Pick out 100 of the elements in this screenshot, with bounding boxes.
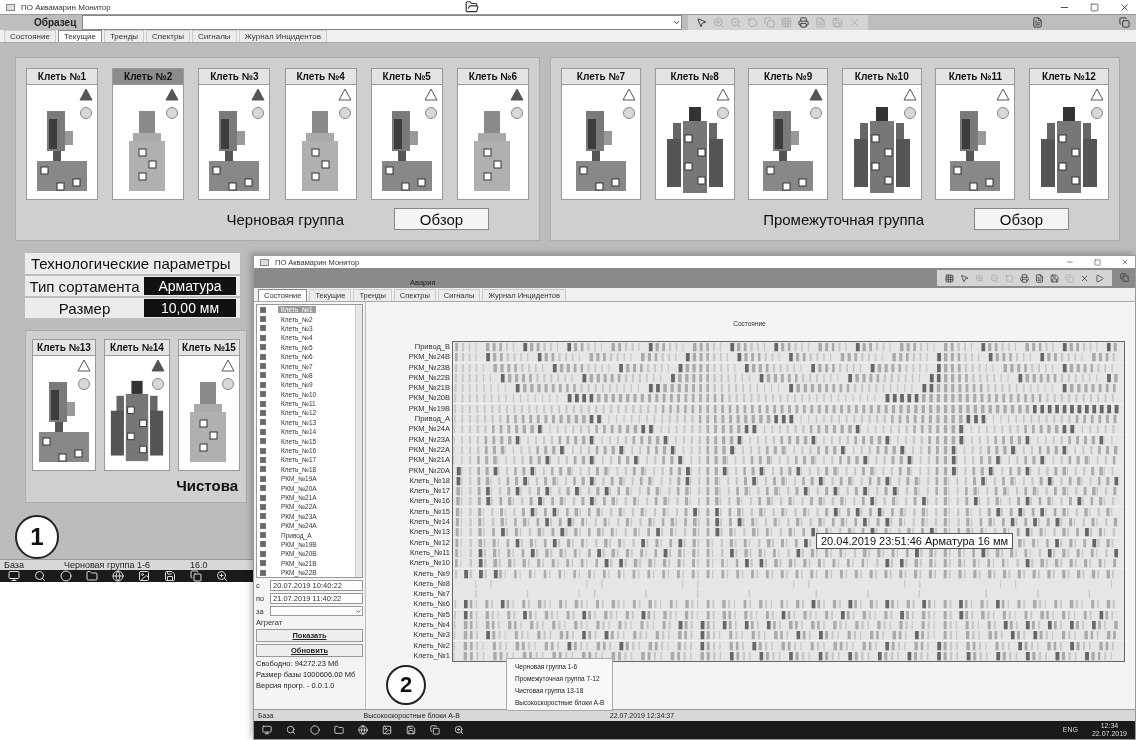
checkbox[interactable]	[260, 466, 266, 473]
checkbox[interactable]	[260, 334, 266, 341]
window-icon[interactable]	[1119, 17, 1130, 28]
stand-card[interactable]: Клеть №3	[198, 68, 271, 200]
stand-card[interactable]: Клеть №5	[370, 68, 443, 200]
stand-card[interactable]: Клеть №13	[32, 339, 96, 471]
status-lamp	[80, 107, 92, 119]
checkbox[interactable]	[260, 447, 266, 454]
checkbox[interactable]	[260, 306, 266, 313]
taskbar-icon[interactable]	[190, 570, 202, 582]
tab[interactable]: Состояние	[4, 30, 56, 42]
toolbar-icon[interactable]	[945, 273, 954, 283]
taskbar-icon[interactable]	[262, 725, 272, 735]
taskbar-icon[interactable]	[406, 725, 416, 735]
stand-card[interactable]: Клеть №9	[748, 68, 829, 200]
close-icon[interactable]	[1121, 258, 1129, 266]
checkbox[interactable]	[260, 316, 266, 323]
maximize-icon[interactable]	[1094, 258, 1101, 266]
checkbox[interactable]	[260, 569, 266, 576]
checkbox[interactable]	[260, 541, 266, 548]
overview-button[interactable]: Обзор	[394, 208, 489, 230]
overview-button[interactable]: Обзор	[974, 208, 1069, 230]
stand-card[interactable]: Клеть №11	[935, 68, 1016, 200]
stand-card[interactable]: Клеть №2	[112, 68, 185, 200]
status-lamp	[424, 107, 437, 119]
checkbox[interactable]	[260, 485, 266, 492]
tab[interactable]: Сигналы	[192, 30, 237, 42]
checkbox[interactable]	[260, 363, 266, 370]
stand-title: Клеть №6	[457, 69, 528, 85]
checkbox[interactable]	[260, 344, 266, 351]
toolbar-icon[interactable]	[1035, 273, 1044, 283]
stand-card[interactable]: Клеть №14	[104, 339, 170, 471]
params-title: Технологические параметры	[25, 253, 240, 274]
toolbar-icon[interactable]	[798, 17, 810, 28]
stand-card[interactable]: Клеть №8	[654, 68, 735, 200]
taskbar-icon[interactable]	[358, 725, 368, 735]
group-name: Чистова	[176, 477, 238, 494]
checkbox[interactable]	[260, 372, 266, 379]
checkbox[interactable]	[260, 532, 266, 539]
checkbox[interactable]	[260, 428, 266, 435]
toolbar-icon[interactable]	[1095, 273, 1104, 283]
checkbox[interactable]	[260, 522, 266, 529]
checkbox[interactable]	[260, 560, 266, 567]
stand-card[interactable]: Клеть №6	[456, 68, 529, 200]
checkbox[interactable]	[260, 391, 266, 398]
checkbox[interactable]	[260, 494, 266, 501]
checkbox[interactable]	[260, 410, 266, 416]
checkbox[interactable]	[260, 503, 266, 510]
toolbar-icon[interactable]	[1020, 273, 1029, 283]
taskbar-icon[interactable]	[164, 570, 176, 582]
tab[interactable]: Журнал Инцидентов	[238, 30, 327, 42]
taskbar-icon[interactable]	[216, 570, 228, 582]
period-select[interactable]	[270, 606, 363, 617]
taskbar-icon[interactable]	[138, 570, 150, 582]
taskbar-icon[interactable]	[60, 570, 72, 582]
taskbar-icon[interactable]	[86, 570, 98, 582]
tab[interactable]: Тренды	[103, 30, 145, 42]
taskbar-icon[interactable]	[382, 725, 392, 735]
checkbox[interactable]	[260, 325, 266, 332]
taskbar-icon[interactable]	[8, 570, 20, 582]
toolbar-icon[interactable]	[960, 273, 969, 283]
checkbox[interactable]	[260, 353, 266, 360]
taskbar-icon[interactable]	[310, 725, 320, 735]
status-lamp	[78, 378, 90, 390]
taskbar-icon[interactable]	[454, 725, 464, 735]
taskbar-icon[interactable]	[34, 570, 46, 582]
checkbox[interactable]	[260, 438, 266, 445]
checkbox[interactable]	[260, 419, 266, 426]
stand-card[interactable]: Клеть №4	[284, 68, 357, 200]
stand-title: Клеть №5	[371, 69, 442, 85]
stand-card[interactable]: Клеть №15	[178, 339, 240, 471]
stand-title: Клеть №15	[179, 340, 239, 356]
scrollbar[interactable]	[355, 305, 362, 578]
tab[interactable]: Спектры	[146, 30, 191, 42]
maximize-icon[interactable]	[1090, 2, 1099, 12]
checkbox[interactable]	[260, 381, 266, 388]
folder-icon[interactable]	[465, 0, 479, 14]
toolbar-icon[interactable]	[1080, 273, 1089, 283]
document-icon[interactable]	[1032, 17, 1043, 28]
close-icon[interactable]	[1119, 1, 1130, 13]
dropdown-icon[interactable]	[672, 18, 682, 27]
checkbox[interactable]	[260, 513, 266, 520]
taskbar-icon[interactable]	[112, 570, 124, 582]
stand-card[interactable]: Клеть №7	[561, 68, 641, 200]
checkbox[interactable]	[260, 400, 266, 407]
toolbar-icon[interactable]	[1050, 273, 1059, 283]
stand-card[interactable]: Клеть №10	[841, 68, 922, 200]
taskbar-icon[interactable]	[286, 725, 296, 735]
taskbar-icon[interactable]	[334, 725, 344, 735]
tab[interactable]: Текущие	[57, 30, 102, 42]
stand-card[interactable]: Клеть №1	[26, 68, 98, 200]
checkbox[interactable]	[260, 475, 266, 482]
checkbox[interactable]	[260, 456, 266, 463]
status-text: База	[4, 560, 24, 570]
window-title: ПО Аквамарин Монитор	[21, 2, 111, 12]
taskbar-icon[interactable]	[430, 725, 440, 735]
toolbar-icon[interactable]	[696, 17, 708, 28]
stand-card[interactable]: Клеть №12	[1028, 68, 1109, 200]
dropdown-icon[interactable]	[355, 607, 362, 615]
checkbox[interactable]	[260, 550, 266, 557]
